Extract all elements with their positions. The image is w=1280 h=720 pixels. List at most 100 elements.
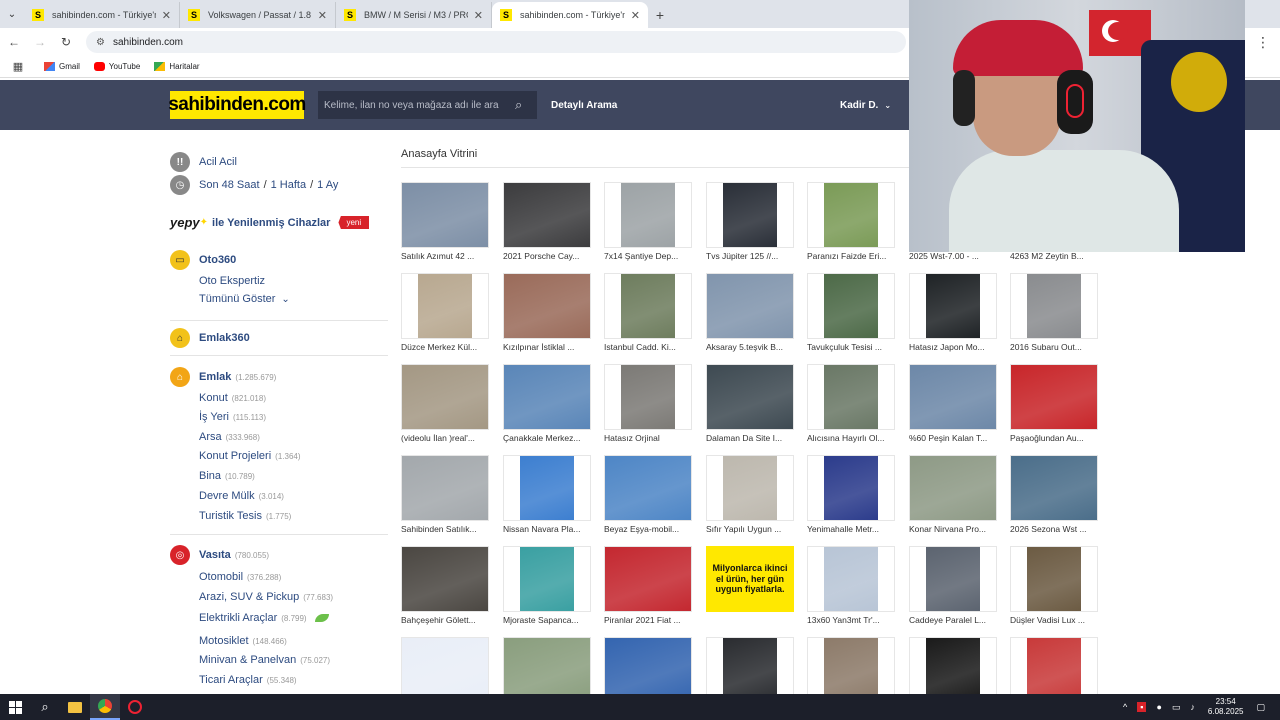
showcase-item[interactable]: Paranızı Faizde Eri...	[807, 182, 897, 262]
listing-thumbnail[interactable]	[401, 273, 489, 339]
listing-caption[interactable]: Tvs Jüpiter 125 //...	[706, 251, 798, 261]
search-icon[interactable]: ⌕	[515, 97, 522, 113]
listing-caption[interactable]: Istanbul Cadd. Ki...	[604, 342, 696, 352]
showcase-item[interactable]: 2016 Subaru Out...	[1010, 273, 1100, 353]
listing-caption[interactable]: Bahçeşehir Gölett...	[401, 615, 493, 625]
listing-thumbnail[interactable]	[706, 273, 794, 339]
showcase-item[interactable]: Bahçeşehir Gölett...	[401, 546, 491, 626]
listing-thumbnail[interactable]	[401, 455, 489, 521]
listing-thumbnail[interactable]	[1010, 455, 1098, 521]
clock[interactable]: 23:54 6.08.2025	[1208, 697, 1244, 717]
listing-thumbnail[interactable]	[604, 364, 692, 430]
showcase-item[interactable]: 7x14 Şantiye Dep...	[604, 182, 694, 262]
sidebar-item-konut-projeleri[interactable]: Konut Projeleri (1.364)	[199, 450, 301, 462]
close-icon[interactable]: ✕	[474, 9, 483, 22]
listing-caption[interactable]: Dalaman Da Site I...	[706, 433, 798, 443]
reload-icon[interactable]: ↻	[54, 35, 78, 49]
recent-month-link[interactable]: 1 Ay	[317, 179, 338, 191]
showcase-item[interactable]: Hatasız Orjinal	[604, 364, 694, 444]
notification-icon[interactable]: ▢	[1256, 702, 1265, 713]
sidebar-item-turistik-tesis[interactable]: Turistik Tesis (1.775)	[199, 510, 291, 522]
search-icon[interactable]: ⌕	[30, 694, 60, 720]
listing-caption[interactable]: Sahibinden Satılık...	[401, 524, 493, 534]
sidebar-item-acil[interactable]: !! Acil Acil	[170, 152, 237, 172]
showcase-item[interactable]: Kızılpınar İstiklal ...	[503, 273, 593, 353]
listing-thumbnail[interactable]	[1010, 546, 1098, 612]
showcase-item[interactable]: Yenimahalle Metr...	[807, 455, 897, 535]
sidebar-item-yepy[interactable]: yepy ✦ ile Yenilenmiş Cihazlar yeni	[170, 215, 370, 230]
address-bar[interactable]: ⚙ sahibinden.com	[86, 31, 906, 53]
new-tab-icon[interactable]: +	[648, 2, 672, 28]
listing-thumbnail[interactable]	[503, 273, 591, 339]
showcase-item[interactable]: 2026 Sezona Wst ...	[1010, 455, 1100, 535]
listing-caption[interactable]: Hatasız Japon Mo...	[909, 342, 1001, 352]
listing-thumbnail[interactable]	[604, 455, 692, 521]
listing-caption[interactable]: 2026 Sezona Wst ...	[1010, 524, 1102, 534]
listing-caption[interactable]: Sıfır Yapılı Uygun ...	[706, 524, 798, 534]
close-icon[interactable]: ✕	[631, 9, 640, 22]
listing-caption[interactable]: Caddeye Paralel L...	[909, 615, 1001, 625]
network-icon[interactable]: ▭	[1172, 702, 1181, 713]
showcase-item[interactable]: 13x60 Yan3mt Tr'...	[807, 546, 897, 626]
sidebar-item-bina[interactable]: Bina (10.789)	[199, 470, 255, 482]
listing-caption[interactable]: Çanakkale Merkez...	[503, 433, 595, 443]
listing-thumbnail[interactable]	[604, 546, 692, 612]
sidebar-item-oto-ekspertiz[interactable]: Oto Ekspertiz	[199, 275, 265, 287]
sidebar-item-arsa[interactable]: Arsa (333.968)	[199, 431, 260, 443]
sidebar-item-is-yeri[interactable]: İş Yeri (115.113)	[199, 411, 266, 423]
showcase-item[interactable]: Düzce Merkez Kül...	[401, 273, 491, 353]
showcase-item[interactable]: Düşler Vadisi Lux ...	[1010, 546, 1100, 626]
listing-thumbnail[interactable]	[909, 455, 997, 521]
listing-thumbnail[interactable]	[909, 273, 997, 339]
listing-thumbnail[interactable]	[401, 546, 489, 612]
forward-arrow-icon[interactable]: →	[28, 35, 52, 49]
listing-caption[interactable]: 7x14 Şantiye Dep...	[604, 251, 696, 261]
chrome-icon[interactable]	[90, 694, 120, 720]
listing-caption[interactable]: 2025 Wst-7.00 - ...	[909, 251, 1001, 261]
user-menu[interactable]: Kadir D. ⌄	[840, 100, 891, 111]
bookmark-youtube[interactable]: YouTube	[93, 62, 140, 71]
sidebar-item-ticari[interactable]: Ticari Araçlar (55.348)	[199, 674, 297, 686]
browser-menu-icon[interactable]: ⋮	[1256, 34, 1270, 51]
listing-caption[interactable]: Düzce Merkez Kül...	[401, 342, 493, 352]
showcase-item[interactable]: Paşaoğlundan Au...	[1010, 364, 1100, 444]
showcase-item[interactable]: Milyonlarca ikinci el ürün, her gün uygu…	[706, 546, 796, 626]
listing-caption[interactable]: Nissan Navara Pla...	[503, 524, 595, 534]
showcase-item[interactable]: Mjoraste Sapanca...	[503, 546, 593, 626]
recent-week-link[interactable]: 1 Hafta	[271, 179, 306, 191]
showcase-item[interactable]: (videolu İlan )real'...	[401, 364, 491, 444]
listing-thumbnail[interactable]	[1010, 273, 1098, 339]
listing-thumbnail[interactable]	[503, 455, 591, 521]
listing-caption[interactable]: Düşler Vadisi Lux ...	[1010, 615, 1102, 625]
showcase-item[interactable]: Aksaray 5.teşvik B...	[706, 273, 796, 353]
file-explorer-icon[interactable]	[60, 694, 90, 720]
showcase-item[interactable]: Sıfır Yapılı Uygun ...	[706, 455, 796, 535]
listing-thumbnail[interactable]	[706, 455, 794, 521]
listing-caption[interactable]: 2016 Subaru Out...	[1010, 342, 1102, 352]
listing-thumbnail[interactable]	[909, 364, 997, 430]
showcase-item[interactable]: Alıcısına Hayırlı Ol...	[807, 364, 897, 444]
sidebar-category-vasita[interactable]: ◎ Vasıta (780.055)	[170, 545, 269, 565]
back-arrow-icon[interactable]: ←	[2, 35, 26, 49]
listing-caption[interactable]: Alıcısına Hayırlı Ol...	[807, 433, 899, 443]
show-all-link[interactable]: Tümünü Göster ⌄	[199, 293, 290, 305]
listing-caption[interactable]: Hatasız Orjinal	[604, 433, 696, 443]
listing-caption[interactable]: Satılık Azımut 42 ...	[401, 251, 493, 261]
showcase-item[interactable]: Beyaz Eşya-mobil...	[604, 455, 694, 535]
listing-thumbnail[interactable]	[706, 182, 794, 248]
showcase-item[interactable]: Çanakkale Merkez...	[503, 364, 593, 444]
sidebar-item-otomobil[interactable]: Otomobil (376.288)	[199, 571, 281, 583]
showcase-item[interactable]: Piranlar 2021 Fiat ...	[604, 546, 694, 626]
apps-grid-icon[interactable]: ▦	[6, 60, 30, 73]
showcase-item[interactable]: Dalaman Da Site I...	[706, 364, 796, 444]
listing-caption[interactable]: 4263 M2 Zeytin B...	[1010, 251, 1102, 261]
sidebar-item-oto360[interactable]: ▭ Oto360	[170, 250, 236, 270]
recent-48h-link[interactable]: Son 48 Saat	[199, 179, 260, 191]
listing-thumbnail[interactable]	[503, 364, 591, 430]
showcase-item[interactable]: Konar Nirvana Pro...	[909, 455, 999, 535]
listing-caption[interactable]: Paşaoğlundan Au...	[1010, 433, 1102, 443]
showcase-item[interactable]: %60 Peşin Kalan T...	[909, 364, 999, 444]
site-info-icon[interactable]: ⚙	[96, 37, 105, 48]
listing-thumbnail[interactable]	[807, 273, 895, 339]
listing-thumbnail[interactable]	[706, 364, 794, 430]
